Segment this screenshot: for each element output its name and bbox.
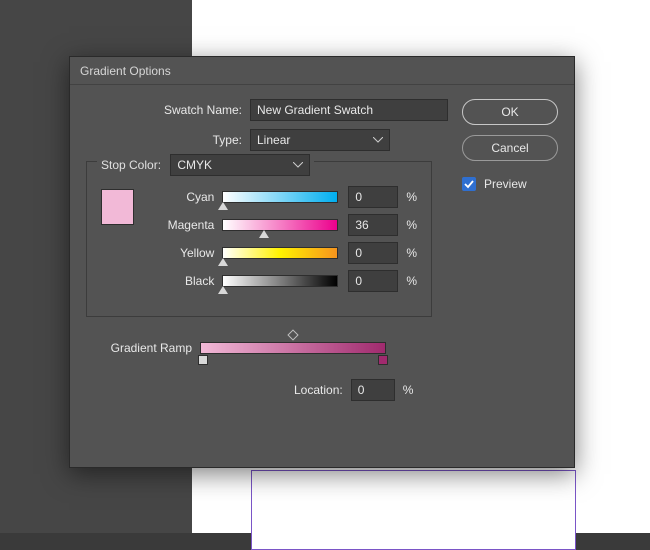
document-frame (251, 470, 576, 550)
magenta-row: Magenta % (144, 214, 417, 236)
stop-color-value: CMYK (177, 158, 212, 172)
swatch-name-input[interactable] (250, 99, 448, 121)
magenta-slider[interactable] (222, 219, 338, 231)
gradient-options-dialog: Gradient Options OK Cancel Preview Swatc… (69, 56, 575, 468)
gradient-ramp-label: Gradient Ramp (86, 341, 192, 355)
cyan-slider[interactable] (222, 191, 338, 203)
stop-color-select[interactable]: CMYK (170, 154, 310, 176)
swatch-name-label: Swatch Name: (86, 103, 242, 117)
location-label: Location: (294, 383, 343, 397)
percent-label: % (406, 190, 417, 204)
yellow-label: Yellow (144, 246, 214, 260)
preview-label: Preview (484, 177, 527, 191)
gradient-ramp[interactable] (200, 342, 386, 354)
yellow-slider[interactable] (222, 247, 338, 259)
location-input[interactable] (351, 379, 395, 401)
preview-checkbox[interactable] (462, 177, 476, 191)
yellow-row: Yellow % (144, 242, 417, 264)
black-label: Black (144, 274, 214, 288)
black-row: Black % (144, 270, 417, 292)
cyan-label: Cyan (144, 190, 214, 204)
dialog-title: Gradient Options (70, 57, 574, 85)
black-input[interactable] (348, 270, 398, 292)
cyan-input[interactable] (348, 186, 398, 208)
percent-label: % (403, 383, 414, 397)
cyan-row: Cyan % (144, 186, 417, 208)
type-select[interactable]: Linear (250, 129, 390, 151)
gradient-stop-right[interactable] (378, 355, 388, 365)
ok-button[interactable]: OK (462, 99, 558, 125)
stop-color-label: Stop Color: (101, 158, 161, 172)
black-slider[interactable] (222, 275, 338, 287)
cancel-button[interactable]: Cancel (462, 135, 558, 161)
type-label: Type: (86, 133, 242, 147)
gradient-midpoint-handle[interactable] (287, 329, 298, 340)
magenta-input[interactable] (348, 214, 398, 236)
gradient-stop-left[interactable] (198, 355, 208, 365)
chevron-down-icon (293, 162, 303, 168)
magenta-label: Magenta (144, 218, 214, 232)
percent-label: % (406, 218, 417, 232)
percent-label: % (406, 246, 417, 260)
type-value: Linear (257, 133, 290, 147)
percent-label: % (406, 274, 417, 288)
chevron-down-icon (373, 137, 383, 143)
yellow-input[interactable] (348, 242, 398, 264)
stop-color-fieldset: Stop Color: CMYK Cyan % (86, 161, 432, 317)
color-swatch-preview (101, 189, 134, 225)
